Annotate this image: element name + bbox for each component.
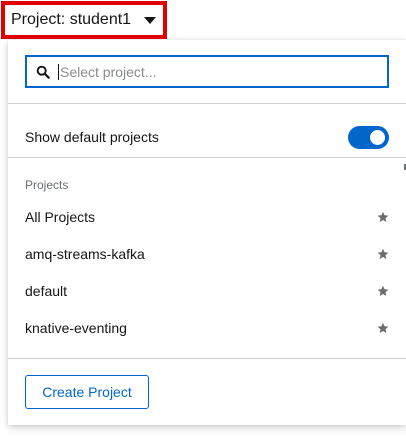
search-icon	[36, 65, 50, 79]
project-search-box	[25, 55, 389, 88]
divider	[8, 358, 406, 359]
projects-section-title: Projects	[25, 178, 69, 192]
show-default-projects-switch[interactable]	[348, 126, 389, 149]
project-item[interactable]: default	[8, 273, 406, 309]
project-item-name: default	[25, 283, 68, 299]
project-item[interactable]: All Projects	[8, 199, 406, 235]
star-icon[interactable]	[377, 248, 389, 260]
project-selector-toggle[interactable]: Project: student1	[1, 1, 167, 39]
create-project-button[interactable]: Create Project	[25, 375, 149, 409]
star-icon[interactable]	[377, 285, 389, 297]
project-item-name: All Projects	[25, 209, 96, 225]
caret-down-icon	[144, 16, 157, 24]
project-search	[25, 55, 389, 88]
star-icon[interactable]	[377, 322, 389, 334]
switch-knob	[370, 130, 385, 145]
project-search-input[interactable]	[58, 63, 358, 80]
project-item-name: amq-streams-kafka	[25, 246, 145, 262]
show-default-projects-row: Show default projects	[8, 117, 406, 157]
project-item-name: knative-eventing	[25, 320, 127, 336]
divider	[8, 103, 406, 104]
project-selector-label: Project: student1	[11, 11, 132, 28]
divider	[8, 157, 406, 158]
project-dropdown-menu: Show default projects Projects All Proje…	[8, 40, 406, 425]
project-item[interactable]: knative-eventing	[8, 310, 406, 346]
show-default-projects-label: Show default projects	[25, 129, 159, 145]
project-item[interactable]: amq-streams-kafka	[8, 236, 406, 272]
star-icon[interactable]	[377, 211, 389, 223]
